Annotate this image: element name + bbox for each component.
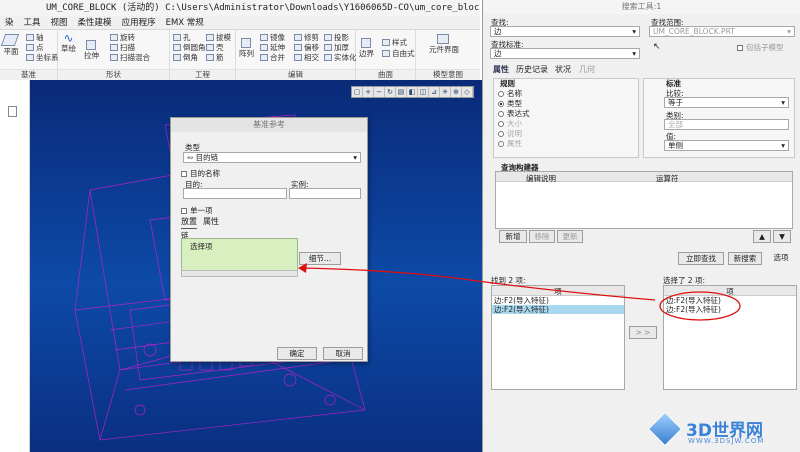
red-annotation-overlay [298,263,741,321]
arrow-head-icon [298,263,307,273]
annotation-arrow-line [299,267,656,301]
annotation-circle [659,291,741,321]
